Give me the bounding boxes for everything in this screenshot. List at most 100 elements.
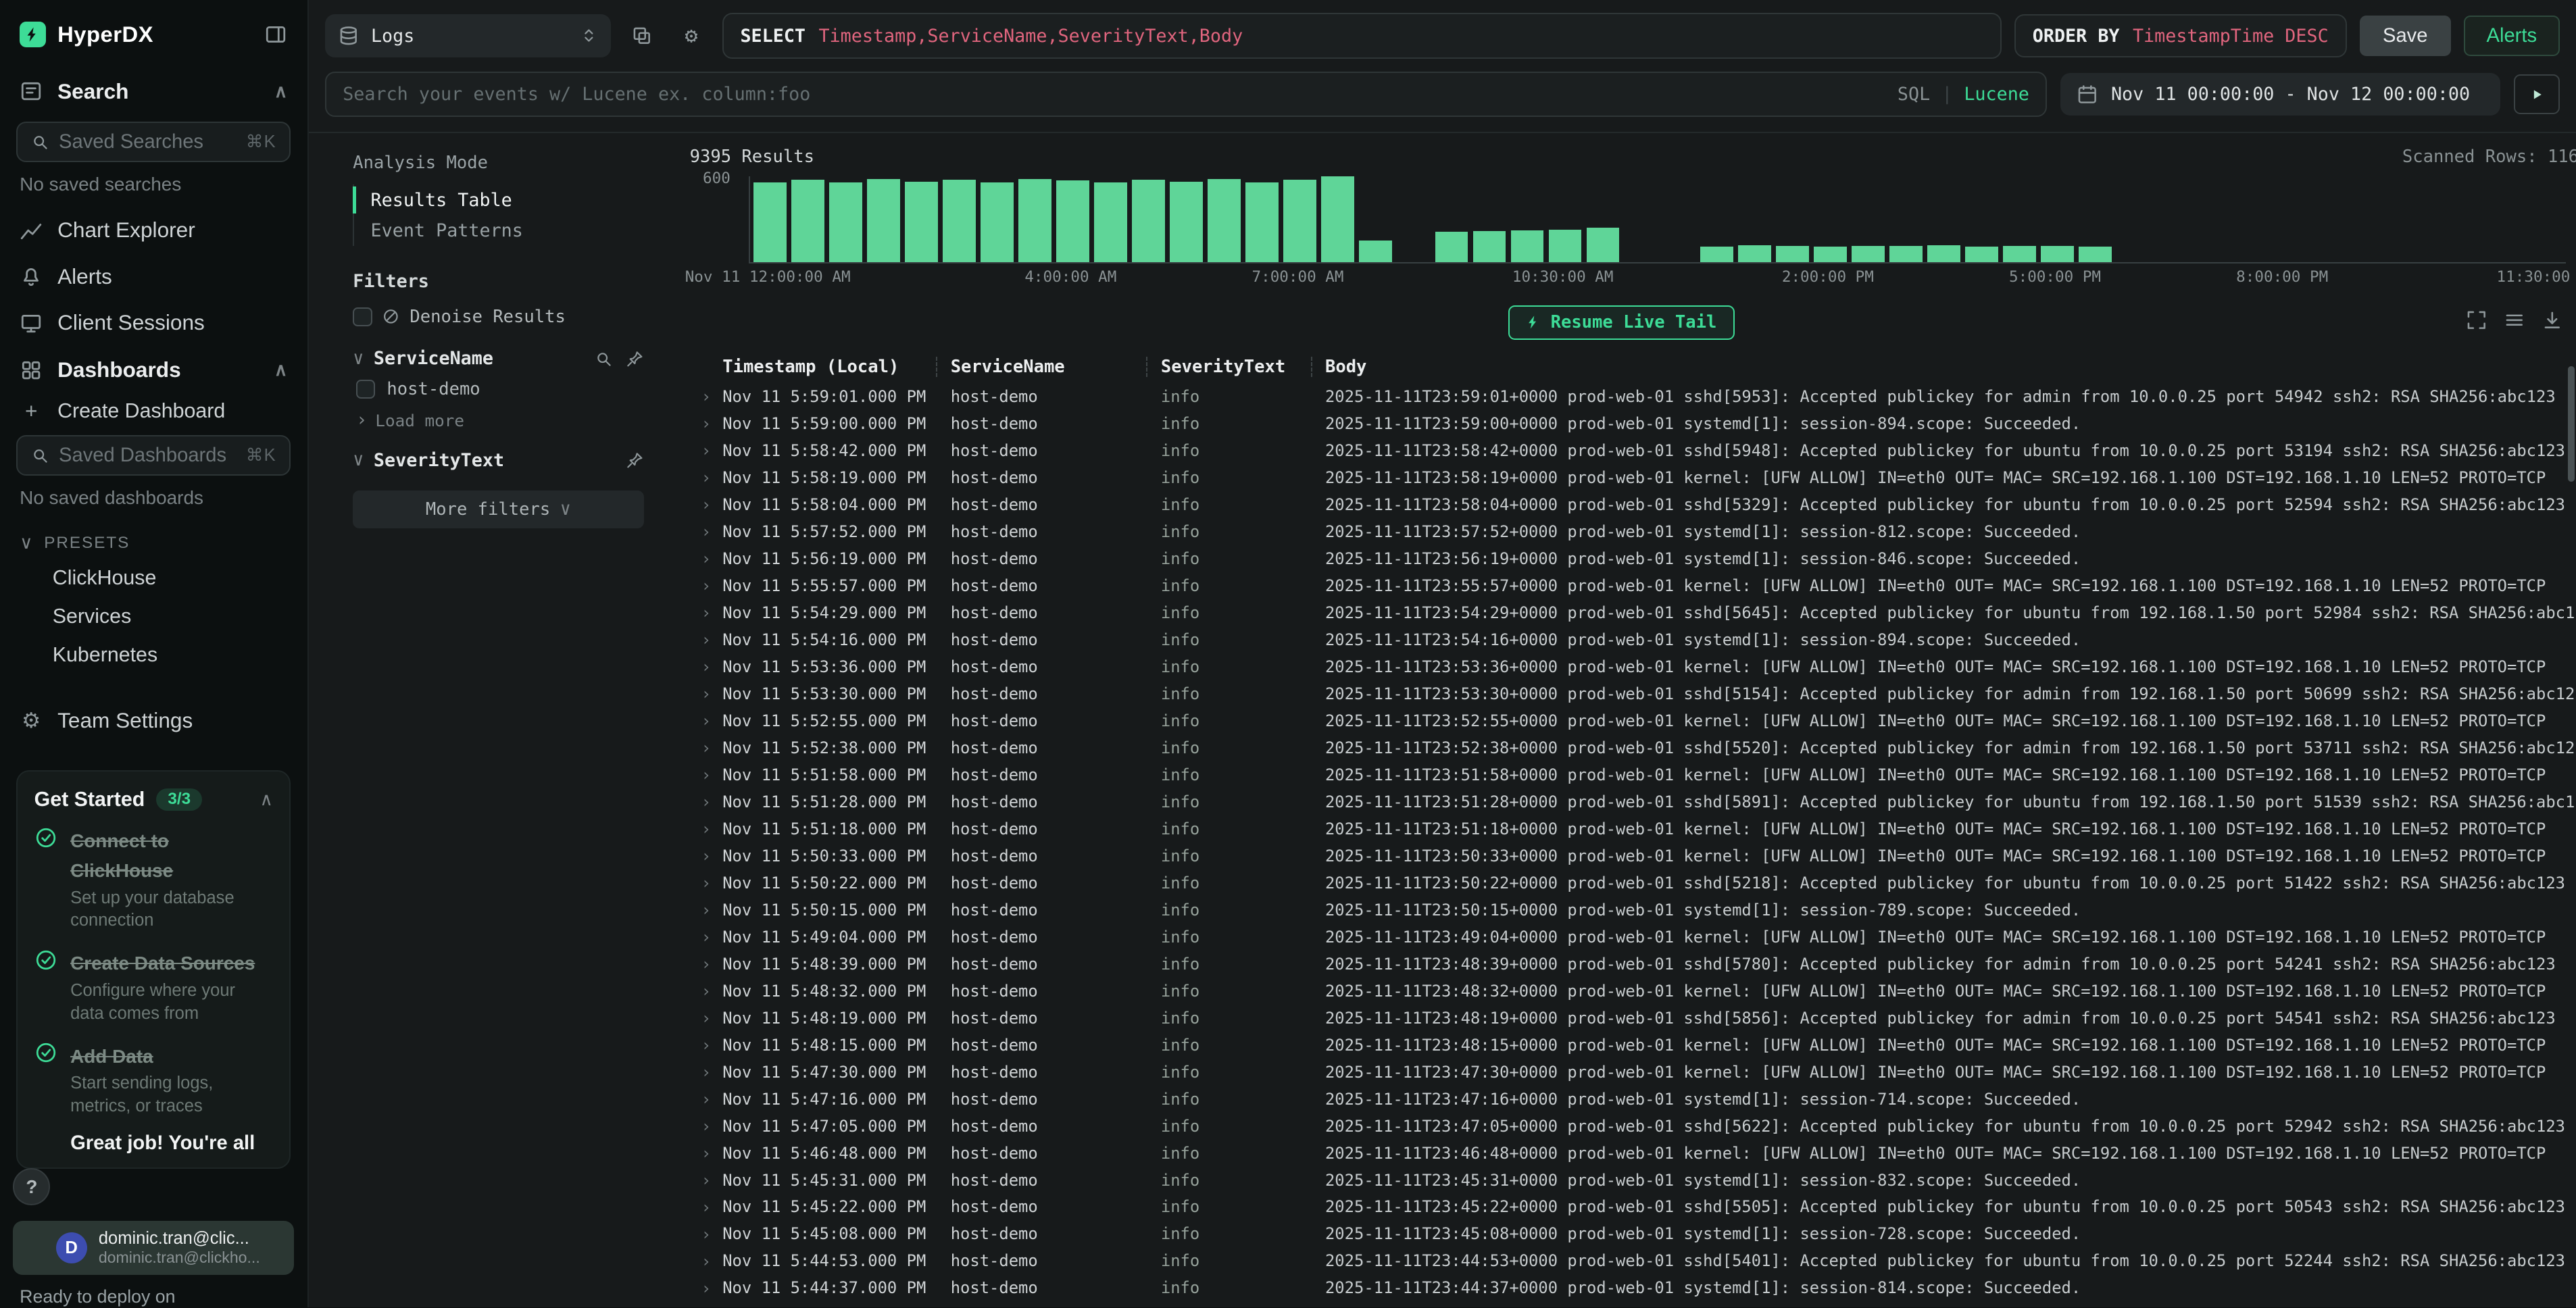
histogram-bar[interactable] xyxy=(905,182,938,262)
histogram-bar[interactable] xyxy=(1283,180,1316,261)
histogram-bar[interactable] xyxy=(1927,245,1960,261)
column-body[interactable]: Body xyxy=(1311,357,2576,377)
histogram-bar[interactable] xyxy=(1473,231,1506,261)
histogram-bar[interactable] xyxy=(2003,246,2036,262)
order-by-input[interactable]: ORDER BY TimestampTime DESC xyxy=(2014,14,2346,57)
column-timestamp[interactable]: Timestamp (Local) xyxy=(722,357,936,377)
histogram-bar[interactable] xyxy=(1738,245,1771,261)
column-servicename[interactable]: ServiceName xyxy=(936,357,1146,377)
user-menu[interactable]: D dominic.tran@clic... dominic.tran@clic… xyxy=(13,1221,294,1275)
table-row[interactable]: ›Nov 11 5:52:55.000 PMhost-demoinfo2025-… xyxy=(667,707,2576,734)
table-row[interactable]: ›Nov 11 5:54:16.000 PMhost-demoinfo2025-… xyxy=(667,626,2576,653)
panels-button[interactable] xyxy=(624,18,660,53)
table-row[interactable]: ›Nov 11 5:56:19.000 PMhost-demoinfo2025-… xyxy=(667,545,2576,572)
table-row[interactable]: ›Nov 11 5:58:04.000 PMhost-demoinfo2025-… xyxy=(667,491,2576,518)
histogram-bar[interactable] xyxy=(1208,179,1241,261)
row-expand-icon[interactable]: › xyxy=(690,386,723,406)
date-range-picker[interactable]: Nov 11 00:00:00 - Nov 12 00:00:00 xyxy=(2060,73,2501,116)
histogram-bar[interactable] xyxy=(1132,180,1165,261)
histogram-bar[interactable] xyxy=(2041,246,2074,261)
sidebar-item-client-sessions[interactable]: Client Sessions xyxy=(0,300,307,347)
histogram-bar[interactable] xyxy=(1359,241,1392,262)
load-more-button[interactable]: › Load more xyxy=(353,403,643,430)
row-expand-icon[interactable]: › xyxy=(690,441,723,460)
histogram-bar[interactable] xyxy=(1056,180,1089,261)
facet-search-icon[interactable] xyxy=(595,350,613,368)
resume-live-tail-button[interactable]: Resume Live Tail xyxy=(1508,305,1735,340)
row-expand-icon[interactable]: › xyxy=(690,873,723,892)
create-dashboard-button[interactable]: + Create Dashboard xyxy=(0,394,307,429)
row-expand-icon[interactable]: › xyxy=(690,522,723,541)
sidebar-item-team-settings[interactable]: ⚙ Team Settings xyxy=(0,697,307,744)
chevron-down-icon[interactable]: ∨ xyxy=(353,350,364,368)
histogram-bar[interactable] xyxy=(943,180,976,261)
table-settings-icon[interactable] xyxy=(2504,309,2525,331)
row-expand-icon[interactable]: › xyxy=(690,1224,723,1244)
table-row[interactable]: ›Nov 11 5:51:18.000 PMhost-demoinfo2025-… xyxy=(667,815,2576,842)
row-expand-icon[interactable]: › xyxy=(690,711,723,730)
row-expand-icon[interactable]: › xyxy=(690,1143,723,1163)
saved-dashboards-input[interactable]: Saved Dashboards ⌘K xyxy=(16,435,291,476)
table-row[interactable]: ›Nov 11 5:46:48.000 PMhost-demoinfo2025-… xyxy=(667,1140,2576,1167)
source-settings-button[interactable]: ⚙ xyxy=(673,18,709,53)
row-expand-icon[interactable]: › xyxy=(690,603,723,622)
histogram-bar[interactable] xyxy=(1587,228,1620,262)
source-select[interactable]: Logs xyxy=(325,14,611,57)
expand-icon[interactable] xyxy=(2466,309,2487,331)
table-row[interactable]: ›Nov 11 5:57:52.000 PMhost-demoinfo2025-… xyxy=(667,518,2576,545)
row-expand-icon[interactable]: › xyxy=(690,981,723,1001)
row-expand-icon[interactable]: › xyxy=(690,413,723,433)
histogram-bar[interactable] xyxy=(1511,230,1544,261)
histogram-bar[interactable] xyxy=(1549,230,1582,261)
chevron-up-icon[interactable]: ∧ xyxy=(259,790,273,809)
event-search-input[interactable]: Search your events w/ Lucene ex. column:… xyxy=(325,72,2047,117)
table-row[interactable]: ›Nov 11 5:59:01.000 PMhost-demoinfo2025-… xyxy=(667,383,2576,410)
save-button[interactable]: Save xyxy=(2360,16,2451,57)
saved-searches-input[interactable]: Saved Searches ⌘K xyxy=(16,122,291,162)
row-expand-icon[interactable]: › xyxy=(690,1008,723,1028)
row-expand-icon[interactable]: › xyxy=(690,765,723,784)
table-row[interactable]: ›Nov 11 5:58:19.000 PMhost-demoinfo2025-… xyxy=(667,464,2576,491)
table-row[interactable]: ›Nov 11 5:50:22.000 PMhost-demoinfo2025-… xyxy=(667,870,2576,897)
checkbox[interactable] xyxy=(356,380,375,399)
table-row[interactable]: ›Nov 11 5:45:31.000 PMhost-demoinfo2025-… xyxy=(667,1167,2576,1194)
histogram-bar[interactable] xyxy=(1965,247,1998,262)
row-expand-icon[interactable]: › xyxy=(690,1278,723,1298)
histogram-bar[interactable] xyxy=(1170,182,1203,262)
table-row[interactable]: ›Nov 11 5:54:29.000 PMhost-demoinfo2025-… xyxy=(667,599,2576,626)
histogram-bar[interactable] xyxy=(1094,182,1127,262)
row-expand-icon[interactable]: › xyxy=(690,1035,723,1055)
sidebar-collapse-icon[interactable] xyxy=(264,23,287,46)
row-expand-icon[interactable]: › xyxy=(690,576,723,595)
row-expand-icon[interactable]: › xyxy=(690,819,723,838)
table-row[interactable]: ›Nov 11 5:44:37.000 PMhost-demoinfo2025-… xyxy=(667,1274,2576,1301)
histogram-bar[interactable] xyxy=(791,180,824,261)
run-query-button[interactable] xyxy=(2514,74,2560,114)
row-expand-icon[interactable]: › xyxy=(690,1197,723,1217)
row-expand-icon[interactable]: › xyxy=(690,657,723,676)
sql-language-toggle[interactable]: SQL xyxy=(1898,84,1930,105)
histogram-bar[interactable] xyxy=(1852,246,1885,262)
more-filters-button[interactable]: More filters ∨ xyxy=(353,490,643,528)
mode-results-table[interactable]: Results Table xyxy=(354,184,643,216)
histogram-bar[interactable] xyxy=(1889,246,1923,261)
help-button[interactable]: ? xyxy=(13,1168,50,1205)
table-row[interactable]: ›Nov 11 5:49:04.000 PMhost-demoinfo2025-… xyxy=(667,924,2576,951)
row-expand-icon[interactable]: › xyxy=(690,468,723,487)
table-row[interactable]: ›Nov 11 5:48:39.000 PMhost-demoinfo2025-… xyxy=(667,951,2576,978)
sidebar-item-chart-explorer[interactable]: Chart Explorer xyxy=(0,207,307,253)
row-expand-icon[interactable]: › xyxy=(690,1116,723,1136)
sidebar-item-dashboards[interactable]: Dashboards ∧ xyxy=(0,346,307,394)
events-histogram[interactable]: 600 Nov 11 12:00:00 AM4:00:00 AM7:00:00 … xyxy=(690,176,2567,289)
table-row[interactable]: ›Nov 11 5:53:36.000 PMhost-demoinfo2025-… xyxy=(667,653,2576,680)
histogram-bar[interactable] xyxy=(753,182,787,262)
histogram-bar[interactable] xyxy=(1776,246,1809,261)
histogram-bar[interactable] xyxy=(1245,182,1279,262)
row-expand-icon[interactable]: › xyxy=(690,1062,723,1082)
histogram-bar[interactable] xyxy=(2079,247,2112,261)
table-row[interactable]: ›Nov 11 5:47:16.000 PMhost-demoinfo2025-… xyxy=(667,1086,2576,1113)
row-expand-icon[interactable]: › xyxy=(690,900,723,920)
table-row[interactable]: ›Nov 11 5:55:57.000 PMhost-demoinfo2025-… xyxy=(667,572,2576,599)
table-row[interactable]: ›Nov 11 5:48:15.000 PMhost-demoinfo2025-… xyxy=(667,1032,2576,1059)
table-row[interactable]: ›Nov 11 5:50:15.000 PMhost-demoinfo2025-… xyxy=(667,897,2576,924)
